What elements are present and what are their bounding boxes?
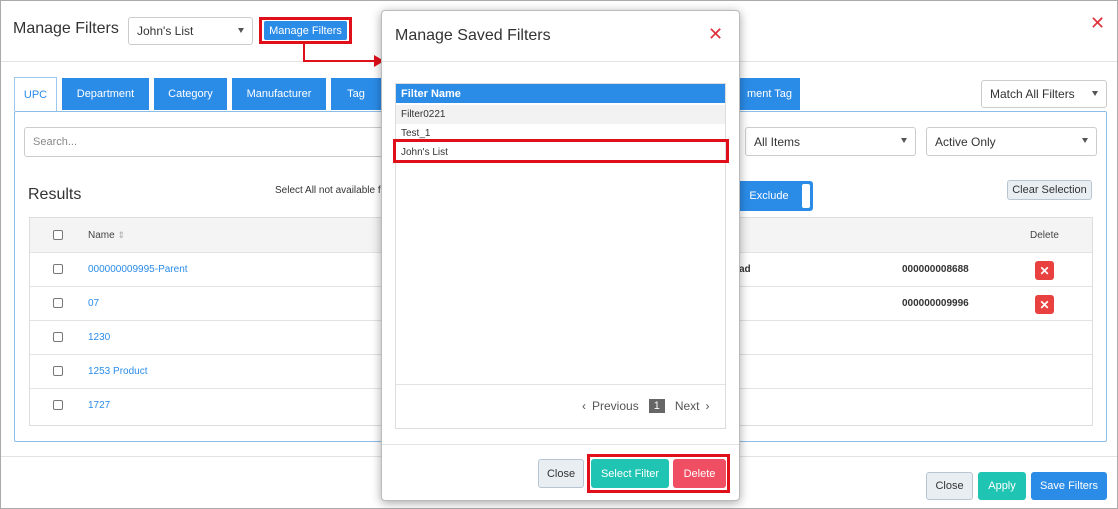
- delete-x-icon[interactable]: ✕: [1035, 261, 1054, 280]
- previous-link[interactable]: Previous: [592, 399, 639, 413]
- exclude-toggle[interactable]: Exclude: [739, 181, 813, 211]
- manage-saved-filters-modal: Manage Saved Filters ✕ Filter Name Filte…: [381, 10, 740, 501]
- page-title: Manage Filters: [13, 20, 119, 37]
- row-checkbox[interactable]: [53, 264, 63, 274]
- caret-down-icon: [1082, 138, 1088, 143]
- row-name-link[interactable]: 1727: [88, 400, 110, 411]
- search-placeholder: Search...: [33, 136, 78, 148]
- row-code: 000000009996: [902, 298, 969, 309]
- chevron-right-icon: ›: [705, 399, 710, 413]
- filter-list: Filter Name Filter0221 Test_1 John's Lis…: [393, 83, 729, 429]
- match-filters-value: Match All Filters: [990, 87, 1075, 101]
- caret-down-icon: [1092, 91, 1098, 96]
- highlight-box: [393, 139, 729, 163]
- row-checkbox[interactable]: [53, 366, 63, 376]
- select-all-checkbox[interactable]: [53, 230, 63, 240]
- close-button[interactable]: Close: [926, 472, 973, 500]
- status-value: Active Only: [935, 134, 996, 149]
- exclude-label: Exclude: [749, 190, 789, 202]
- apply-button[interactable]: Apply: [978, 472, 1026, 500]
- delete-filter-button[interactable]: Delete: [673, 459, 726, 488]
- tab-department-tag[interactable]: ment Tag: [739, 78, 800, 110]
- pagination: ‹ Previous 1 Next ›: [582, 399, 710, 413]
- arrow-icon: [303, 43, 384, 67]
- toggle-handle: [802, 184, 810, 208]
- modal-title: Manage Saved Filters: [395, 27, 551, 44]
- divider: [396, 384, 725, 385]
- save-filters-button[interactable]: Save Filters: [1031, 472, 1107, 500]
- select-all-note: Select All not available f: [275, 185, 381, 196]
- row-checkbox[interactable]: [53, 298, 63, 308]
- items-select[interactable]: All Items: [745, 127, 916, 156]
- saved-list-select[interactable]: John's List: [128, 17, 253, 45]
- delete-column-header: Delete: [1030, 230, 1059, 241]
- tab-upc[interactable]: UPC: [14, 77, 57, 111]
- items-value: All Items: [754, 134, 801, 149]
- modal-close-button[interactable]: Close: [538, 459, 584, 488]
- tab-category[interactable]: Category: [154, 78, 227, 110]
- close-icon[interactable]: ✕: [1090, 14, 1105, 32]
- row-name-link[interactable]: 1230: [88, 332, 110, 343]
- divider: [382, 61, 739, 62]
- caret-down-icon: [901, 138, 907, 143]
- clear-selection-button[interactable]: Clear Selection: [1007, 180, 1092, 200]
- name-column-header[interactable]: Name ⇕: [88, 230, 125, 241]
- filter-name-header: Filter Name: [396, 84, 725, 103]
- row-name-link[interactable]: 07: [88, 298, 99, 309]
- row-checkbox[interactable]: [53, 332, 63, 342]
- row-column-partial: ad: [739, 264, 751, 275]
- divider: [382, 444, 739, 445]
- chevron-left-icon: ‹: [582, 399, 586, 413]
- row-code: 000000008688: [902, 264, 969, 275]
- row-name-link[interactable]: 1253 Product: [88, 366, 148, 377]
- manage-filters-button[interactable]: Manage Filters: [264, 21, 347, 40]
- delete-x-icon[interactable]: ✕: [1035, 295, 1054, 314]
- current-page[interactable]: 1: [648, 399, 665, 413]
- row-checkbox[interactable]: [53, 400, 63, 410]
- tab-manufacturer[interactable]: Manufacturer: [232, 78, 326, 110]
- match-filters-select[interactable]: Match All Filters: [981, 80, 1107, 108]
- search-input[interactable]: Search...: [24, 127, 384, 157]
- tab-department[interactable]: Department: [62, 78, 149, 110]
- next-link[interactable]: Next: [675, 399, 700, 413]
- close-icon[interactable]: ✕: [708, 25, 723, 43]
- row-name-link[interactable]: 000000009995-Parent: [88, 264, 188, 275]
- name-column-label: Name: [88, 230, 115, 241]
- select-filter-button[interactable]: Select Filter: [591, 459, 669, 488]
- caret-down-icon: [238, 28, 244, 33]
- status-select[interactable]: Active Only: [926, 127, 1097, 156]
- filter-row[interactable]: Filter0221: [396, 105, 725, 124]
- sort-icon: ⇕: [117, 230, 126, 240]
- saved-list-value: John's List: [137, 24, 194, 38]
- tab-tag[interactable]: Tag: [331, 78, 381, 110]
- results-title: Results: [28, 186, 82, 203]
